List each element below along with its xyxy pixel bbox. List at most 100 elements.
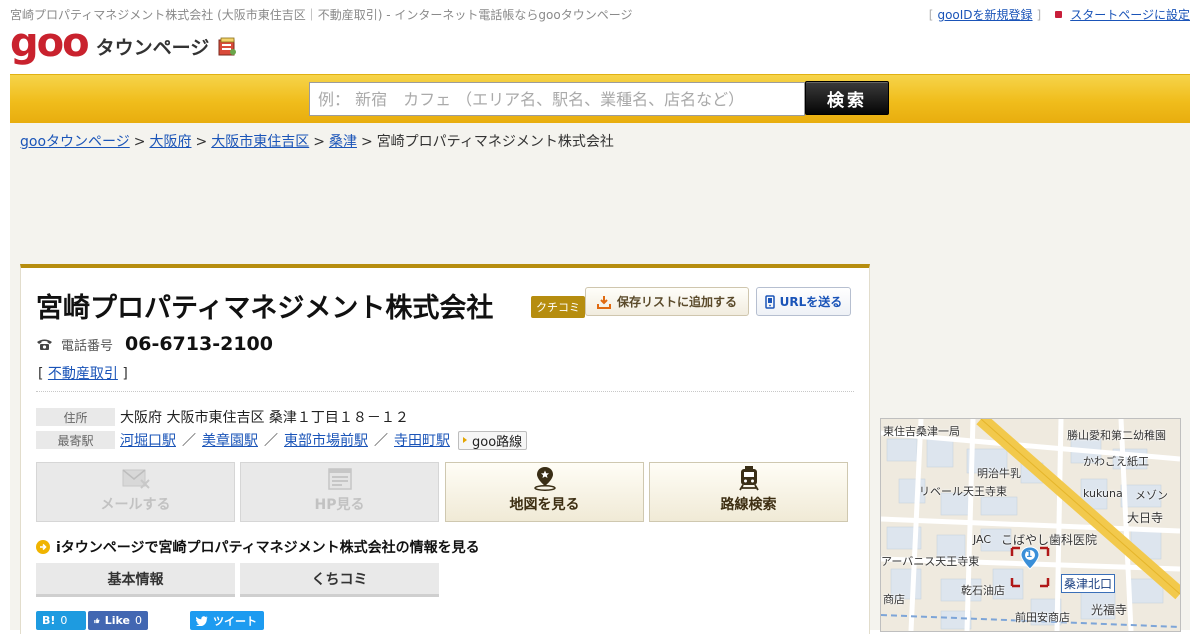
mail-button: メールする	[36, 462, 235, 522]
search-input[interactable]	[309, 82, 805, 116]
breadcrumb-separator: >	[313, 134, 325, 150]
download-icon	[596, 295, 611, 309]
divider	[36, 391, 854, 392]
station-link[interactable]: 美章園駅	[202, 430, 258, 450]
kuchikomi-badge[interactable]: クチコミ	[531, 296, 585, 318]
breadcrumb-separator: >	[195, 134, 208, 150]
itown-link-text[interactable]: iタウンページで宮崎プロパティマネジメント株式会社の情報を見る	[56, 537, 480, 557]
itown-link-row[interactable]: iタウンページで宮崎プロパティマネジメント株式会社の情報を見る	[36, 537, 480, 557]
mail-button-label: メールする	[100, 497, 171, 513]
business-panel: 宮崎プロパティマネジメント株式会社 クチコミ 保存リストに追加する URLを送る…	[20, 264, 870, 634]
goo-route-label: goo路線	[472, 434, 523, 450]
goo-route-button[interactable]: goo路線	[458, 430, 528, 450]
business-name: 宮崎プロパティマネジメント株式会社	[36, 293, 494, 324]
logo-goo: goo	[10, 20, 90, 66]
map-label: アーバニス天王寺東	[881, 555, 980, 568]
save-list-button[interactable]: 保存リストに追加する	[585, 287, 749, 316]
train-icon	[738, 466, 759, 491]
map-station-label: 桑津北口	[1061, 574, 1116, 593]
map-label: JAC	[973, 533, 992, 546]
tab-kuchikomi[interactable]: くちコミ	[240, 563, 439, 597]
bracket-left: [	[928, 7, 934, 22]
bracket-right: ]	[1036, 7, 1042, 22]
set-start-page-link[interactable]: スタートページに設定	[1070, 6, 1190, 23]
map-button[interactable]: 地図を見る	[445, 462, 644, 522]
phone-label: 電話番号	[61, 339, 114, 354]
category-link[interactable]: 不動産取引	[48, 366, 118, 382]
map-label: 前田安商店	[1015, 611, 1070, 624]
hp-button: HP見る	[240, 462, 439, 522]
send-url-button[interactable]: URLを送る	[756, 287, 851, 316]
map-label: kukuna	[1083, 487, 1123, 500]
search-band: 検索	[10, 74, 1190, 124]
station-link[interactable]: 寺田町駅	[394, 430, 450, 450]
logo[interactable]: goo タウンページ	[10, 20, 239, 66]
telephone-icon	[37, 339, 52, 350]
register-gooid-link[interactable]: gooIDを新規登録	[937, 6, 1032, 23]
map-label: メゾン	[1135, 489, 1168, 502]
station-label: 最寄駅	[36, 431, 115, 449]
breadcrumb-item-osaka[interactable]: 大阪府	[149, 134, 191, 150]
map-label: こばやし歯科医院	[1001, 533, 1098, 547]
station-separator: ／	[182, 433, 196, 449]
station-separator: ／	[374, 433, 388, 449]
map-label: リベール天王寺東	[919, 485, 1007, 498]
arrow-right-icon	[463, 437, 467, 443]
mail-icon	[122, 469, 150, 489]
page-title: 宮崎プロパティマネジメント株式会社 (大阪市東住吉区｜不動産取引) - インター…	[10, 8, 633, 22]
search-button[interactable]: 検索	[805, 81, 889, 115]
breadcrumb-separator: >	[360, 134, 373, 150]
fb-like-label: Like	[104, 614, 130, 627]
address-label: 住所	[36, 408, 115, 426]
top-links: [ gooIDを新規登録 ] スタートページに設定	[929, 6, 1190, 23]
phonebook-icon	[218, 37, 237, 56]
send-url-label: URLを送る	[779, 295, 843, 309]
logo-text: タウンページ	[95, 36, 210, 59]
tweet-label: ツイート	[213, 614, 257, 628]
map-button-label: 地図を見る	[509, 497, 580, 513]
map-label: かわごえ紙工	[1083, 455, 1149, 468]
map-label: 乾石油店	[961, 584, 1005, 597]
facebook-like-button[interactable]: Like 0	[88, 611, 148, 630]
station-link[interactable]: 東部市場前駅	[284, 430, 368, 450]
map-label: 東住吉桑津一局	[883, 425, 960, 438]
fb-like-count: 0	[135, 614, 142, 627]
address-row: 住所 大阪府 大阪市東住吉区 桑津１丁目１８－１２	[36, 408, 409, 426]
mobile-phone-icon	[764, 294, 775, 309]
webpage-icon	[327, 468, 352, 490]
address-value: 大阪府 大阪市東住吉区 桑津１丁目１８－１２	[120, 410, 409, 426]
map-thumbnail[interactable]: 東住吉桑津一局 勝山愛和第二幼稚園 明治牛乳 かわごえ紙工 リベール天王寺東 k…	[880, 418, 1181, 632]
breadcrumb-separator: >	[133, 134, 146, 150]
hatena-icon: B!	[42, 614, 56, 627]
map-pin-icon	[533, 467, 556, 491]
category-row: [ 不動産取引 ]	[38, 366, 128, 382]
station-separator: ／	[264, 433, 278, 449]
hatena-bookmark-button[interactable]: B! 0	[36, 611, 86, 630]
map-label: 勝山愛和第二幼稚園	[1067, 429, 1166, 442]
map-label: 光福寺	[1091, 603, 1128, 617]
breadcrumb-item-kuwazu[interactable]: 桑津	[329, 134, 357, 150]
twitter-bird-icon	[196, 615, 208, 626]
route-button-label: 路線検索	[720, 497, 777, 513]
station-row: 最寄駅 河堀口駅 ／ 美章園駅 ／ 東部市場前駅 ／ 寺田町駅 goo路線	[36, 430, 528, 450]
hatena-count: 0	[60, 614, 68, 627]
map-marker-number: 1	[1026, 550, 1033, 560]
hp-button-label: HP見る	[314, 497, 365, 513]
route-button[interactable]: 路線検索	[649, 462, 848, 522]
breadcrumb-current: 宮崎プロパティマネジメント株式会社	[376, 134, 614, 150]
breadcrumb-item-goo-townpage[interactable]: gooタウンページ	[20, 134, 130, 150]
map-label: 明治牛乳	[977, 467, 1021, 480]
map-label: 大日寺	[1127, 511, 1164, 525]
start-page-icon	[1055, 11, 1063, 18]
map-label: 商店	[883, 593, 905, 606]
breadcrumb: gooタウンページ > 大阪府 > 大阪市東住吉区 > 桑津 > 宮崎プロパティマネジメント株式…	[20, 131, 614, 151]
breadcrumb-item-higashisumiyoshi[interactable]: 大阪市東住吉区	[211, 134, 309, 150]
save-list-label: 保存リストに追加する	[616, 295, 737, 309]
station-link[interactable]: 河堀口駅	[120, 430, 176, 450]
phone-row: 電話番号 06-6713-2100	[36, 333, 273, 355]
tweet-button[interactable]: ツイート	[190, 611, 264, 630]
arrow-circle-icon	[36, 540, 50, 554]
phone-number[interactable]: 06-6713-2100	[125, 333, 273, 355]
thumbs-up-icon	[94, 618, 100, 624]
tab-basic-info[interactable]: 基本情報	[36, 563, 235, 597]
